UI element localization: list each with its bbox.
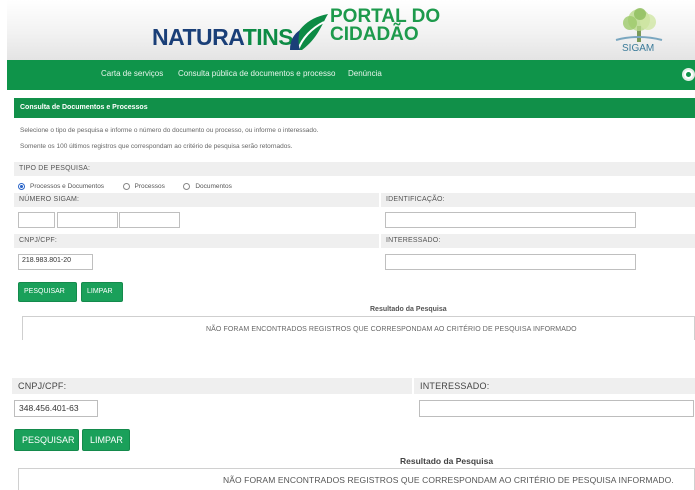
main-nav: Carta de serviços Consulta pública de do… [7, 60, 695, 90]
logo-word-part1: NATURA [152, 24, 243, 50]
zoom-pesquisar-button[interactable]: PESQUISAR [14, 429, 79, 451]
sigam-logo[interactable]: SIGAM [610, 6, 668, 56]
instruction-text-2: Somente os 100 últimos registros que cor… [20, 143, 293, 150]
zoom-interessado-label: INTERESSADO: [414, 378, 695, 394]
numero-sigam-part3-input[interactable] [119, 212, 180, 228]
interessado-label: INTERESSADO: [381, 234, 695, 248]
radio-documentos[interactable] [183, 183, 191, 191]
portal-title-line2: CIDADÃO [330, 24, 419, 45]
tree-icon [615, 8, 663, 42]
zoom-result-title: Resultado da Pesquisa [400, 456, 494, 466]
radio-label-documentos: Documentos [195, 183, 232, 191]
tipo-pesquisa-label: TIPO DE PESQUISA: [14, 162, 695, 176]
page-screenshot-full: NATURATINS PORTAL DO CIDADÃO SIGAM Carta… [0, 0, 695, 345]
page-screenshot-zoomed: CNPJ/CPF: INTERESSADO: 348.456.401-63 PE… [0, 378, 695, 490]
nav-item-consulta-publica[interactable]: Consulta pública de documentos e process… [178, 69, 335, 78]
zoom-interessado-input[interactable] [419, 400, 694, 417]
logo-word-part2: TINS [242, 24, 294, 50]
zoom-limpar-button[interactable]: LIMPAR [82, 429, 130, 451]
leaf-emblem-icon [290, 14, 328, 51]
zoom-cnpj-cpf-label: CNPJ/CPF: [12, 378, 412, 394]
nav-item-carta-servicos[interactable]: Carta de serviços [101, 69, 163, 78]
limpar-button[interactable]: LIMPAR [81, 282, 123, 302]
accessibility-toggle-icon[interactable] [682, 68, 695, 81]
cnpj-cpf-label: CNPJ/CPF: [14, 234, 379, 248]
radio-processos-documentos[interactable] [18, 183, 25, 191]
result-message: NÃO FORAM ENCONTRADOS REGISTROS QUE CORR… [22, 316, 695, 340]
pesquisar-button[interactable]: PESQUISAR [18, 282, 77, 302]
zoom-result-message: NÃO FORAM ENCONTRADOS REGISTROS QUE CORR… [18, 468, 695, 490]
result-title: Resultado da Pesquisa [370, 306, 447, 313]
portal-title: PORTAL DO CIDADÃO [330, 7, 440, 45]
radio-processos[interactable] [122, 183, 130, 191]
identificacao-input[interactable] [385, 212, 636, 228]
numero-sigam-part1-input[interactable] [18, 212, 55, 228]
numero-sigam-label: NÚMERO SIGAM: [14, 193, 379, 207]
logo-wordmark: NATURATINS [152, 24, 294, 51]
tipo-pesquisa-radio-group: Processos e Documentos Processos Documen… [18, 178, 246, 191]
radio-label-processos-documentos: Processos e Documentos [30, 183, 105, 191]
interessado-input[interactable] [385, 254, 636, 270]
site-header: NATURATINS PORTAL DO CIDADÃO SIGAM [7, 0, 695, 60]
cnpj-cpf-input[interactable]: 218.983.801-20 [18, 254, 93, 270]
instruction-text-1: Selecione o tipo de pesquisa e informe o… [20, 127, 319, 134]
panel-title: Consulta de Documentos e Processos [14, 98, 695, 118]
numero-sigam-part2-input[interactable] [57, 212, 118, 228]
zoom-cnpj-cpf-input[interactable]: 348.456.401-63 [14, 400, 98, 417]
nav-item-denuncia[interactable]: Denúncia [348, 69, 382, 78]
radio-label-processos: Processos [134, 183, 165, 191]
identificacao-label: IDENTIFICAÇÃO: [381, 193, 695, 207]
sigam-label: SIGAM [622, 43, 655, 54]
